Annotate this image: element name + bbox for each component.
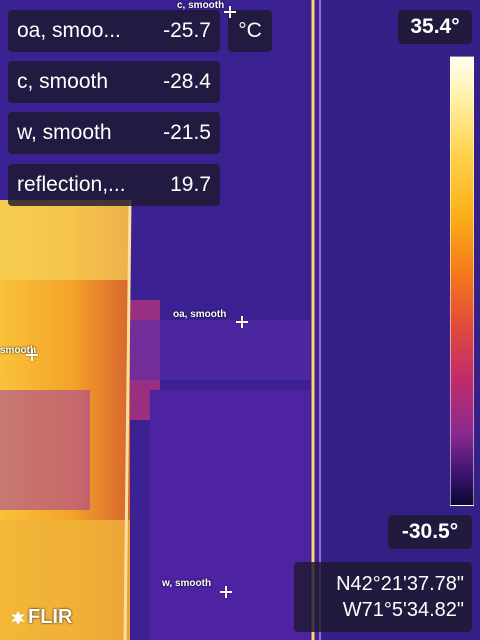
measurement-row-reflection[interactable]: reflection,... 19.7: [8, 164, 220, 206]
scale-min-label: -30.5°: [388, 515, 472, 549]
color-scale-bar: [450, 56, 474, 506]
crosshair-icon[interactable]: [236, 316, 248, 328]
gps-latitude: N42°21'37.78": [336, 573, 464, 595]
brand-label: FLIR: [28, 606, 73, 628]
crosshair-icon[interactable]: [220, 586, 232, 598]
flir-flame-icon: [11, 610, 25, 625]
spot-label-w: w, smooth: [162, 578, 212, 589]
measurement-value: -25.7: [163, 19, 211, 42]
measurement-value: -28.4: [163, 70, 211, 93]
crosshair-icon[interactable]: [26, 349, 38, 361]
measurement-value: -21.5: [163, 121, 211, 144]
measurement-label: c, smooth: [17, 70, 109, 93]
gps-longitude: W71°5'34.82": [342, 599, 464, 621]
measurement-row-c[interactable]: c, smooth -28.4: [8, 61, 220, 103]
measurement-value: 19.7: [170, 173, 211, 196]
scale-max-label: 35.4°: [398, 10, 472, 44]
gps-coordinates: N42°21'37.78" W71°5'34.82": [294, 562, 472, 632]
spot-label-oa: oa, smooth: [173, 309, 227, 320]
measurement-label: oa, smoo...: [17, 19, 121, 42]
crosshair-icon[interactable]: [224, 6, 236, 18]
measurement-label: reflection,...: [17, 173, 126, 196]
measurement-row-oa[interactable]: oa, smoo... -25.7: [8, 10, 220, 52]
flir-logo: FLIR: [10, 606, 72, 629]
spot-label-c: c, smooth: [177, 0, 225, 11]
measurement-label: w, smooth: [17, 121, 112, 144]
measurement-row-w[interactable]: w, smooth -21.5: [8, 112, 220, 154]
